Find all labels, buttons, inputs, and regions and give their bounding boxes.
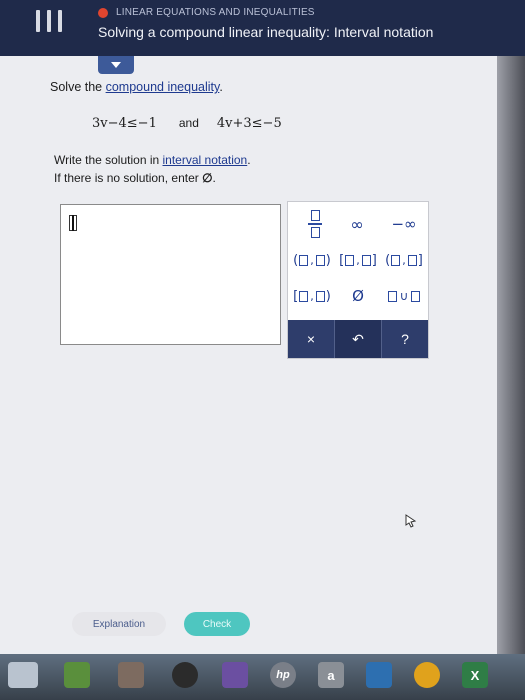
fraction-button[interactable] xyxy=(300,208,330,240)
home-icon[interactable] xyxy=(118,662,144,688)
amazon-icon[interactable]: a xyxy=(318,662,344,688)
clear-button[interactable]: × xyxy=(288,320,335,358)
media-app-icon[interactable] xyxy=(222,662,248,688)
fraction-icon xyxy=(308,210,322,238)
empty-prefix: If there is no solution, enter xyxy=(54,171,203,185)
header-bar: LINEAR EQUATIONS AND INEQUALITIES Solvin… xyxy=(0,0,525,56)
write-prefix: Write the solution in xyxy=(54,153,163,167)
inequality-row: 3v−4≤−1 and 4v+3≤−5 xyxy=(92,116,282,131)
write-instruction: Write the solution in interval notation.… xyxy=(54,151,251,187)
hp-icon[interactable]: hp xyxy=(270,662,296,688)
problem-panel: Solve the compound inequality. 3v−4≤−1 a… xyxy=(0,56,497,654)
chrome-icon[interactable] xyxy=(414,662,440,688)
page-title: Solving a compound linear inequality: In… xyxy=(98,24,434,40)
union-button[interactable]: ∪ xyxy=(382,282,426,310)
collapse-arrow-icon[interactable] xyxy=(98,56,134,74)
write-suffix: . xyxy=(247,153,251,167)
empty-suffix: . xyxy=(212,171,216,185)
excel-icon[interactable]: X xyxy=(462,662,488,688)
empty-set-symbol: ∅ xyxy=(202,171,213,185)
union-symbol: ∪ xyxy=(399,289,409,303)
desktop-thumbnail-icon[interactable] xyxy=(8,662,38,688)
interval-notation-link[interactable]: interval notation xyxy=(163,153,248,167)
mouse-pointer-icon xyxy=(405,514,417,528)
and-connector: and xyxy=(178,116,199,130)
explanation-button[interactable]: Explanation xyxy=(72,612,166,636)
undo-icon[interactable]: ↶ xyxy=(335,320,382,358)
help-icon[interactable]: ? xyxy=(382,320,428,358)
store-icon[interactable] xyxy=(64,662,90,688)
screen-edge-shadow xyxy=(497,56,525,654)
empty-set-button[interactable]: Ø xyxy=(340,282,376,310)
open-closed-interval-button[interactable]: (,] xyxy=(382,246,426,274)
instruction-text: Solve the compound inequality. xyxy=(50,80,223,94)
browser-icon[interactable] xyxy=(172,662,198,688)
check-button[interactable]: Check xyxy=(184,612,250,636)
negative-infinity-button[interactable]: −∞ xyxy=(386,210,422,238)
inequality-1: 3v−4≤−1 xyxy=(92,116,157,131)
open-open-interval-button[interactable]: (,) xyxy=(290,246,334,274)
keypad-action-row: × ↶ ? xyxy=(288,320,428,358)
taskbar: hp a X xyxy=(0,654,525,700)
inequality-2: 4v+3≤−5 xyxy=(216,116,282,131)
instruction-prefix: Solve the xyxy=(50,80,106,94)
infinity-button[interactable]: ∞ xyxy=(342,210,372,238)
closed-closed-interval-button[interactable]: [,] xyxy=(336,246,380,274)
menu-icon[interactable] xyxy=(36,10,62,32)
compound-inequality-link[interactable]: compound inequality xyxy=(106,80,220,94)
answer-input[interactable] xyxy=(60,204,281,345)
topic-label: LINEAR EQUATIONS AND INEQUALITIES xyxy=(116,7,315,18)
closed-open-interval-button[interactable]: [,) xyxy=(290,282,334,310)
topic-row: LINEAR EQUATIONS AND INEQUALITIES xyxy=(98,7,315,18)
input-cursor-placeholder xyxy=(69,215,77,231)
weather-icon[interactable] xyxy=(366,662,392,688)
math-keypad: ∞ −∞ (,) [,] (,] [,) Ø ∪ × ↶ ? xyxy=(287,201,429,359)
topic-status-dot xyxy=(98,7,108,18)
instruction-suffix: . xyxy=(219,80,223,94)
